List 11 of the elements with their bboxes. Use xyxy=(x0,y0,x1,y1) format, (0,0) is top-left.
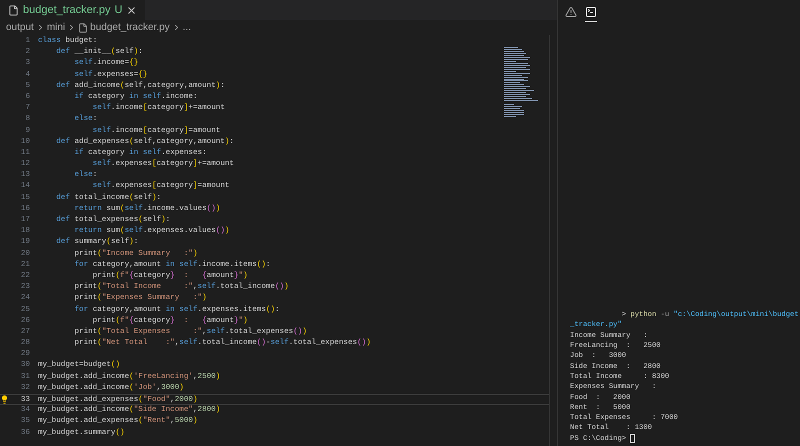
close-icon[interactable] xyxy=(126,4,138,16)
breadcrumb-more[interactable]: ... xyxy=(182,20,191,35)
file-icon xyxy=(8,4,19,16)
breadcrumb-file[interactable]: budget_tracker.py xyxy=(90,20,170,35)
tab-filename: budget_tracker.py xyxy=(23,2,110,18)
git-status: U xyxy=(114,2,122,18)
breadcrumb-folder[interactable]: mini xyxy=(46,20,66,35)
breadcrumb-folder[interactable]: output xyxy=(6,20,34,35)
file-icon xyxy=(78,22,88,32)
lightbulb-icon[interactable] xyxy=(0,395,9,404)
editor-tab[interactable]: budget_tracker.py U xyxy=(0,0,146,20)
